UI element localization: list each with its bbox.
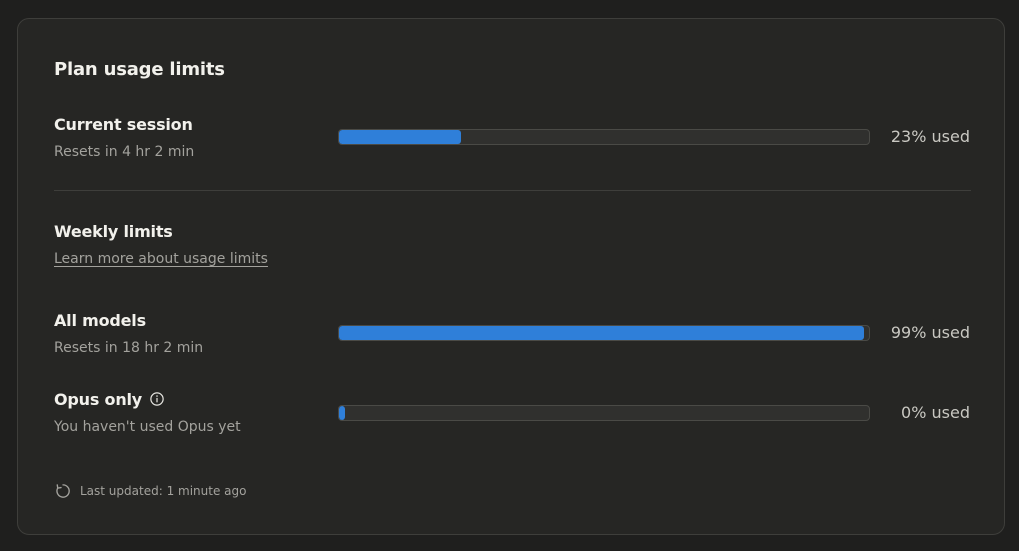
all-models-progress-bar [338,325,870,341]
weekly-limits-heading: Weekly limits [54,222,173,241]
divider [54,190,971,191]
last-updated-text: Last updated: 1 minute ago [80,484,247,498]
current-session-progress-bar [338,129,870,145]
opus-only-subtext: You haven't used Opus yet [54,419,241,435]
current-session-label: Current session [54,115,193,134]
page-title: Plan usage limits [54,59,225,80]
all-models-label: All models [54,311,146,330]
current-session-reset-text: Resets in 4 hr 2 min [54,144,195,160]
all-models-reset-text: Resets in 18 hr 2 min [54,340,204,356]
usage-card: Plan usage limits Current session Resets… [17,18,1005,535]
current-session-usage-text: 23% used [890,127,970,146]
opus-only-progress-fill [339,406,345,420]
opus-only-progress-bar [338,405,870,421]
opus-only-label: Opus only [54,390,143,409]
all-models-progress-fill [339,326,864,340]
opus-only-label-row: Opus only [54,390,164,409]
current-session-progress-fill [339,130,461,144]
learn-more-link[interactable]: Learn more about usage limits [54,251,268,267]
refresh-icon[interactable] [54,482,72,500]
info-icon[interactable] [150,392,164,406]
opus-only-usage-text: 0% used [901,403,970,422]
last-updated-footer: Last updated: 1 minute ago [54,482,246,500]
all-models-usage-text: 99% used [890,323,970,342]
